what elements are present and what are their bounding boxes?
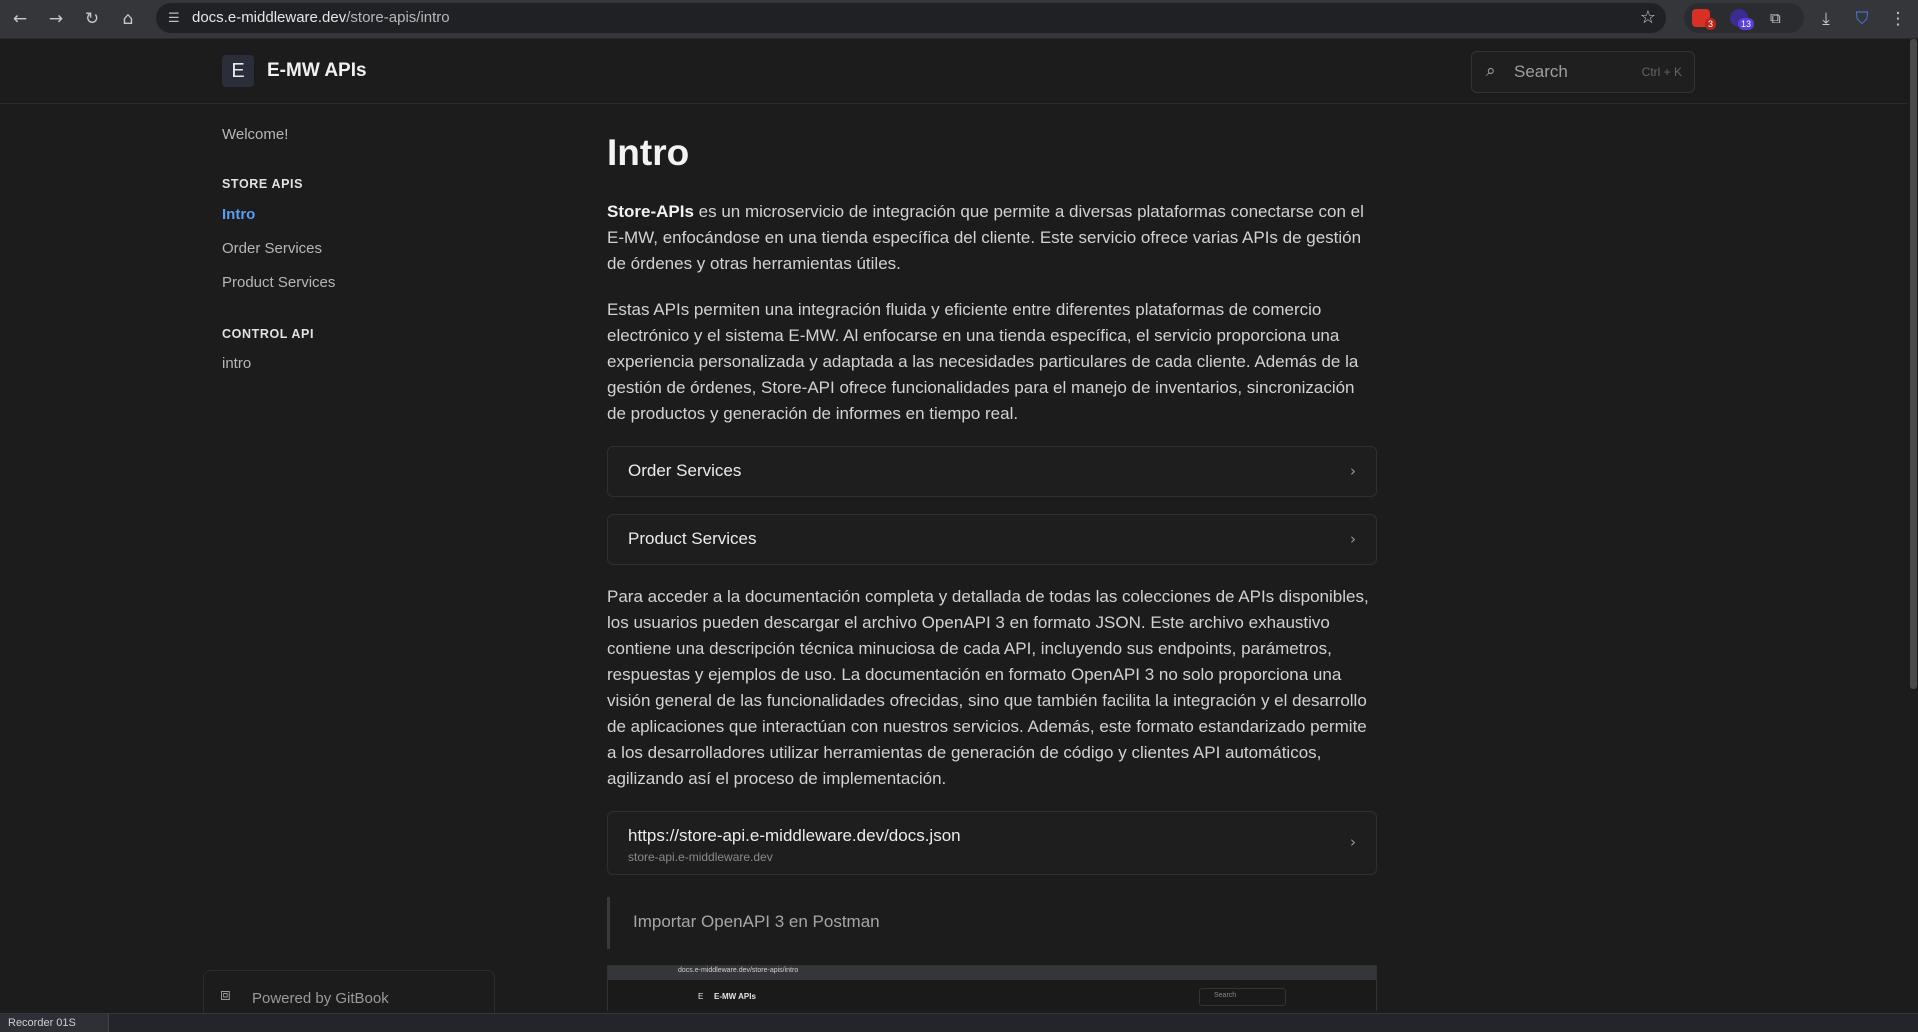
sidebar-item-intro[interactable]: Intro <box>222 206 255 223</box>
browser-toolbar: ← → ↻ ⌂ ☰ docs.e-middleware.dev/store-ap… <box>0 0 1918 39</box>
taskbar-item[interactable]: Recorder 01S <box>0 1014 109 1032</box>
embedded-screenshot: docs.e-middleware.dev/store-apis/intro E… <box>607 965 1377 1011</box>
extensions-area: 3 13 ⧉ <box>1684 3 1804 33</box>
openapi-paragraph: Para acceder a la documentación completa… <box>607 587 1369 788</box>
docs-json-link-card[interactable]: https://store-api.e-middleware.dev/docs.… <box>607 811 1377 875</box>
chevron-right-icon: › <box>1350 530 1356 548</box>
chevron-right-icon: › <box>1350 462 1356 480</box>
search-icon: ⌕ <box>1486 61 1496 81</box>
url-path: /store-apis/intro <box>346 9 450 26</box>
extension-1-badge: 3 <box>1704 18 1716 30</box>
order-services-card[interactable]: Order Services › <box>607 446 1377 497</box>
sidebar-item-control-intro[interactable]: intro <box>222 355 251 372</box>
search-placeholder: Search <box>1514 62 1568 81</box>
sidebar-section-store-apis: STORE APIS <box>222 177 304 191</box>
url-text[interactable]: docs.e-middleware.dev/store-apis/intro <box>192 3 450 33</box>
apis-paragraph: Estas APIs permiten una integración flui… <box>607 300 1359 423</box>
back-icon[interactable]: ← <box>6 5 34 33</box>
site-logo[interactable]: E <box>222 55 254 87</box>
home-icon[interactable]: ⌂ <box>114 5 142 33</box>
docs-json-url: https://store-api.e-middleware.dev/docs.… <box>628 826 961 845</box>
order-services-card-title: Order Services <box>628 461 742 480</box>
url-host: docs.e-middleware.dev <box>192 9 347 26</box>
menu-kebab-icon[interactable]: ⋮ <box>1884 5 1912 33</box>
postman-hint-text: Importar OpenAPI 3 en Postman <box>633 912 880 931</box>
site-title[interactable]: E-MW APIs <box>267 39 367 103</box>
intro-rest: es un microservicio de integración que p… <box>607 202 1364 273</box>
embedded-url: docs.e-middleware.dev/store-apis/intro <box>678 967 799 974</box>
os-taskbar: Recorder 01S <box>0 1013 1918 1032</box>
sidebar-item-welcome[interactable]: Welcome! <box>222 126 288 143</box>
product-services-card[interactable]: Product Services › <box>607 514 1377 565</box>
search-shortcut: Ctrl + K <box>1641 65 1682 79</box>
site-info-icon[interactable]: ☰ <box>168 10 184 26</box>
taskbar-item-label: Recorder 01S <box>8 1017 76 1029</box>
page-title: Intro <box>607 132 690 173</box>
puzzle-icon[interactable]: ⧉ <box>1770 9 1788 27</box>
product-services-card-title: Product Services <box>628 529 757 548</box>
search-input[interactable]: ⌕ Search Ctrl + K <box>1471 51 1695 93</box>
forward-icon[interactable]: → <box>42 5 70 33</box>
chevron-right-icon: › <box>1350 833 1356 851</box>
sidebar-section-control-api: CONTROL API <box>222 327 315 341</box>
embedded-search: Search <box>1199 988 1286 1006</box>
docs-json-host: store-api.e-middleware.dev <box>628 850 773 864</box>
sidebar-item-product-services[interactable]: Product Services <box>222 274 335 291</box>
address-bar[interactable]: ☰ docs.e-middleware.dev/store-apis/intro… <box>156 3 1666 33</box>
extension-2-icon[interactable]: 13 <box>1730 9 1754 30</box>
site-header: E E-MW APIs ⌕ Search Ctrl + K <box>0 39 1908 104</box>
extension-2-badge: 13 <box>1737 18 1754 30</box>
embedded-logo: E <box>698 992 704 1001</box>
profile-shield-icon[interactable]: ⛉ <box>1848 5 1876 33</box>
extension-1-icon[interactable]: 3 <box>1692 9 1716 30</box>
gitbook-icon: ⧈ <box>220 985 231 1005</box>
sidebar-item-order-services[interactable]: Order Services <box>222 240 322 257</box>
reload-icon[interactable]: ↻ <box>78 5 106 33</box>
postman-hint-block: Importar OpenAPI 3 en Postman <box>607 897 1380 949</box>
intro-paragraph: Store-APIs es un microservicio de integr… <box>607 199 1377 277</box>
bookmark-star-icon[interactable]: ☆ <box>1640 3 1656 33</box>
download-icon[interactable]: ⤓ <box>1812 5 1840 33</box>
embedded-title: E-MW APIs <box>714 992 756 1001</box>
page-scrollbar-thumb[interactable] <box>1910 39 1917 689</box>
embedded-browser-bar: docs.e-middleware.dev/store-apis/intro <box>608 966 1376 980</box>
embedded-search-label: Search <box>1214 992 1237 999</box>
intro-bold: Store-APIs <box>607 202 694 221</box>
